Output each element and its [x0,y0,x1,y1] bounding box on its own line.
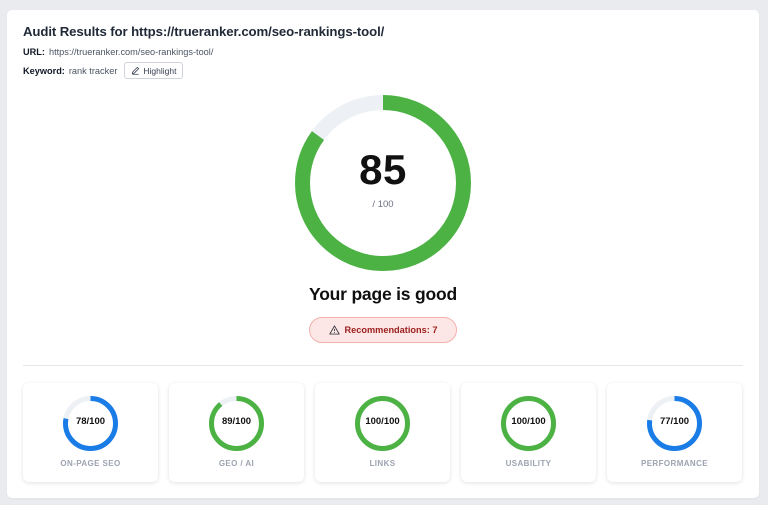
category-score-value: 78/100 [75,416,106,427]
category-card-performance[interactable]: 77/100 PERFORMANCE [607,383,742,482]
category-card-usability[interactable]: 100/100 USABILITY [461,383,596,482]
highlight-button-label: Highlight [143,65,177,76]
url-value: https://trueranker.com/seo-rankings-tool… [48,47,214,57]
keyword-label: Keyword: [23,65,65,76]
keyword-value: rank tracker [68,65,118,76]
pencil-icon [131,66,140,75]
category-score-value: 100/100 [365,416,400,427]
category-score-value: 77/100 [659,416,690,427]
category-label: USABILITY [505,459,552,468]
category-label: ON-PAGE SEO [60,459,121,468]
overall-score-value: 85 [359,146,407,193]
category-card-on-page-seo[interactable]: 78/100 ON-PAGE SEO [23,383,158,482]
category-score-value: 89/100 [221,416,252,427]
recommendations-badge[interactable]: Recommendations: 7 [309,317,457,343]
category-score-value: 100/100 [511,416,546,427]
url-label: URL: [23,47,45,57]
category-card-geo-ai[interactable]: 89/100 GEO / AI [169,383,304,482]
audit-results-card: Audit Results for https://trueranker.com… [7,10,759,498]
overall-score-max: / 100 [372,199,394,210]
highlight-button[interactable]: Highlight [124,62,184,79]
category-card-links[interactable]: 100/100 LINKS [315,383,450,482]
warning-icon [328,325,340,335]
divider [23,365,743,366]
url-row: URL: https://trueranker.com/seo-rankings… [23,47,213,57]
status-message: Your page is good [309,284,457,304]
keyword-row: Keyword: rank tracker Highlight [23,62,184,79]
page-title: Audit Results for https://trueranker.com… [23,24,385,39]
category-label: PERFORMANCE [640,459,709,468]
recommendations-label: Recommendations: 7 [344,325,438,335]
category-label: LINKS [369,459,396,468]
category-label: GEO / AI [218,459,255,468]
